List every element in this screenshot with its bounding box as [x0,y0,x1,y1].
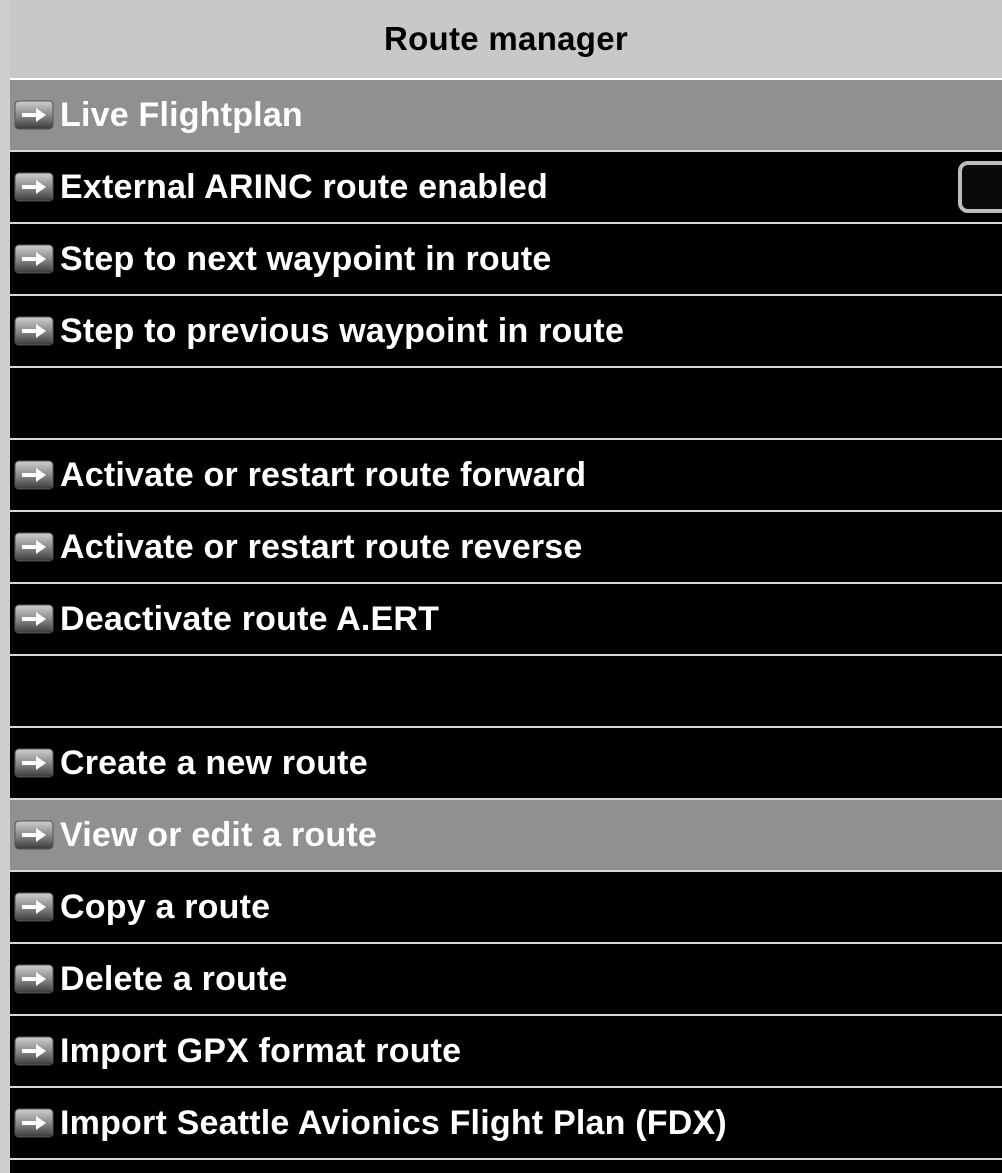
arrow-right-icon [14,1036,54,1066]
menu-item-step-next-waypoint[interactable]: Step to next waypoint in route [10,224,1002,296]
menu-item-create-route[interactable]: Create a new route [10,728,1002,800]
menu-spacer [10,368,1002,440]
menu-item-activate-reverse[interactable]: Activate or restart route reverse [10,512,1002,584]
arrow-right-icon [14,820,54,850]
menu-spacer [10,656,1002,728]
menu-item-label: Copy a route [60,887,271,926]
menu-item-label: Step to next waypoint in route [60,239,552,278]
menu-item-activate-forward[interactable]: Activate or restart route forward [10,440,1002,512]
title-bar: Route manager [10,0,1002,80]
arrow-right-icon [14,964,54,994]
menu-item-deactivate-route[interactable]: Deactivate route A.ERT [10,584,1002,656]
arrow-right-icon [14,100,54,130]
arrow-right-icon [14,604,54,634]
menu-item-label: Delete a route [60,959,288,998]
menu-item-copy-route[interactable]: Copy a route [10,872,1002,944]
menu-item-label: Live Flightplan [60,95,303,134]
menu-item-import-fdx[interactable]: Import Seattle Avionics Flight Plan (FDX… [10,1088,1002,1160]
arrow-right-icon [14,748,54,778]
menu-item-label: Import GPX format route [60,1031,462,1070]
menu-item-import-gpx[interactable]: Import GPX format route [10,1016,1002,1088]
arrow-right-icon [14,172,54,202]
route-manager-screen: Route manager Live Flightplan External A… [0,0,1002,1173]
arrow-right-icon [14,532,54,562]
external-arinc-checkbox[interactable] [958,161,1002,213]
menu-item-label: Step to previous waypoint in route [60,311,625,350]
menu-item-label: Create a new route [60,743,368,782]
arrow-right-icon [14,460,54,490]
arrow-right-icon [14,1108,54,1138]
menu-item-step-previous-waypoint[interactable]: Step to previous waypoint in route [10,296,1002,368]
menu-item-label: Activate or restart route reverse [60,527,583,566]
menu-item-view-edit-route[interactable]: View or edit a route [10,800,1002,872]
menu-item-live-flightplan[interactable]: Live Flightplan [10,80,1002,152]
left-edge-strip [0,0,10,1173]
menu-item-label: View or edit a route [60,815,378,854]
arrow-right-icon [14,892,54,922]
menu-item-label: Import Seattle Avionics Flight Plan (FDX… [60,1103,727,1142]
menu-item-label: External ARINC route enabled [60,167,548,206]
arrow-right-icon [14,316,54,346]
menu-item-external-arinc[interactable]: External ARINC route enabled [10,152,1002,224]
menu-item-label: Deactivate route A.ERT [60,599,440,638]
page-title: Route manager [383,20,629,57]
route-menu: Live Flightplan External ARINC route ena… [10,80,1002,1160]
menu-item-label: Activate or restart route forward [60,455,587,494]
menu-item-delete-route[interactable]: Delete a route [10,944,1002,1016]
arrow-right-icon [14,244,54,274]
